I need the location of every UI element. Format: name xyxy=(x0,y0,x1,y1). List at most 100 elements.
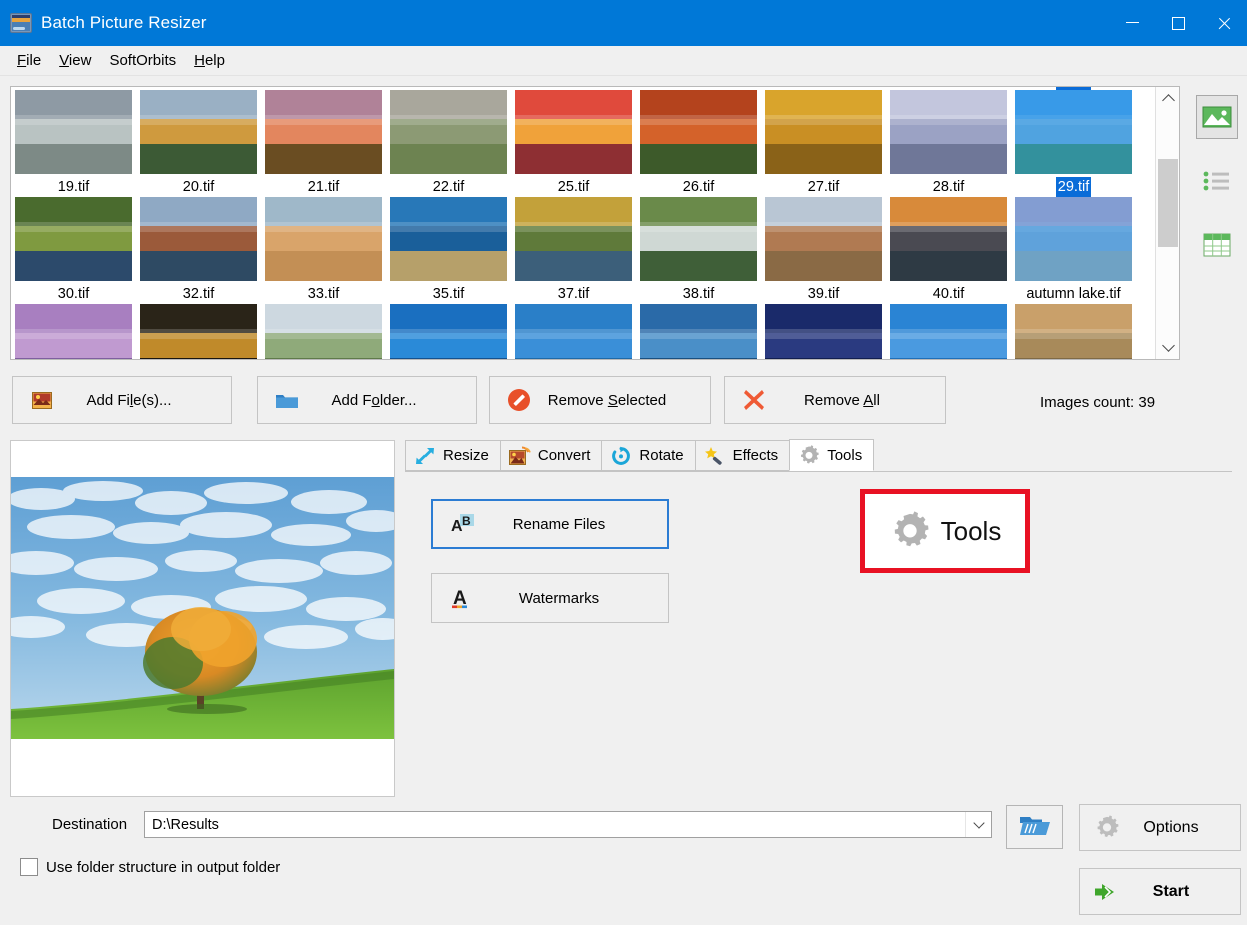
thumbnail-item[interactable]: 17.tif xyxy=(886,87,1011,174)
thumbnail-item[interactable]: 25.tif xyxy=(511,174,636,281)
thumbnail-image[interactable] xyxy=(15,90,132,174)
menu-item-file[interactable]: File xyxy=(8,50,50,71)
browse-folder-button[interactable] xyxy=(1006,805,1063,849)
tab-effects[interactable]: Effects xyxy=(694,440,791,471)
tab-convert[interactable]: Convert xyxy=(499,440,603,471)
rename-files-button[interactable]: A B Rename Files xyxy=(431,499,669,549)
details-view-button[interactable] xyxy=(1196,223,1238,267)
thumbnail-item[interactable]: 27.tif xyxy=(761,174,886,281)
thumbnail-image[interactable] xyxy=(265,197,382,281)
thumbnail-view-button[interactable] xyxy=(1196,95,1238,139)
tab-effects-label: Effects xyxy=(732,447,779,464)
thumbnail-image[interactable] xyxy=(640,197,757,281)
add-folder-button[interactable]: Add Folder... xyxy=(257,376,477,424)
list-view-button[interactable] xyxy=(1196,159,1238,203)
open-folder-icon xyxy=(1019,813,1051,842)
maximize-icon[interactable] xyxy=(1155,0,1201,46)
thumbnail-image[interactable] xyxy=(140,304,257,359)
thumbnail-image[interactable] xyxy=(265,90,382,174)
start-button[interactable]: Start xyxy=(1079,868,1241,915)
minimize-icon[interactable] xyxy=(1109,0,1155,46)
thumbnail-item[interactable]: 30.tif xyxy=(11,281,136,359)
add-files-button[interactable]: Add File(s)... xyxy=(12,376,232,424)
image-list-panel[interactable]: 5.tif6.tif7.tif10.tif11.tif12.tif14.tif1… xyxy=(10,86,1180,360)
thumbnail-image[interactable] xyxy=(640,90,757,174)
thumbnail-item[interactable]: 5.tif xyxy=(11,87,136,174)
green-arrow-icon xyxy=(1090,880,1124,904)
thumbnail-item[interactable]: 32.tif xyxy=(136,281,261,359)
menu-item-softorbits[interactable]: SoftOrbits xyxy=(100,50,185,71)
thumbnail-image[interactable] xyxy=(515,304,632,359)
thumbnail-item[interactable]: 35.tif xyxy=(386,281,511,359)
thumbnail-label: 22.tif xyxy=(432,179,465,195)
thumbnail-item[interactable]: 28.tif xyxy=(886,174,1011,281)
thumbnail-image[interactable] xyxy=(890,304,1007,359)
thumbnail-item[interactable]: 40.tif xyxy=(886,281,1011,359)
application-window: Batch Picture Resizer File View SoftOrbi… xyxy=(0,0,1247,925)
thumbnail-image[interactable] xyxy=(765,304,882,359)
thumbnail-item[interactable]: 22.tif xyxy=(386,174,511,281)
thumbnail-item[interactable]: 18.tif xyxy=(1011,87,1136,174)
thumbnail-image[interactable] xyxy=(15,304,132,359)
tools-callout-highlight: Tools xyxy=(860,489,1030,573)
image-preview-panel xyxy=(10,440,395,797)
scroll-up-icon[interactable] xyxy=(1156,87,1179,111)
magic-wand-icon xyxy=(704,446,726,466)
thumbnail-item[interactable]: 39.tif xyxy=(761,281,886,359)
thumbnail-image[interactable] xyxy=(1015,90,1132,174)
thumbnail-image[interactable] xyxy=(890,197,1007,281)
thumbnail-image[interactable] xyxy=(1015,197,1132,281)
gear-icon xyxy=(1090,815,1124,840)
thumbnail-item[interactable]: 11.tif xyxy=(511,87,636,174)
thumbnail-item[interactable]: 14.tif xyxy=(761,87,886,174)
thumbnail-image[interactable] xyxy=(515,197,632,281)
watermarks-button[interactable]: A Watermarks xyxy=(431,573,669,623)
destination-combobox[interactable]: D:\Results xyxy=(144,811,992,838)
thumbnail-image[interactable] xyxy=(765,197,882,281)
thumbnail-item[interactable]: 7.tif xyxy=(261,87,386,174)
thumbnail-item[interactable]: 20.tif xyxy=(136,174,261,281)
thumbnail-image[interactable] xyxy=(890,90,1007,174)
thumbnail-item[interactable]: 10.tif xyxy=(386,87,511,174)
menu-item-view[interactable]: View xyxy=(50,50,100,71)
thumbnail-image[interactable] xyxy=(390,90,507,174)
thumbnail-image[interactable] xyxy=(640,304,757,359)
thumbnail-image[interactable] xyxy=(15,197,132,281)
thumbnail-item[interactable]: 6.tif xyxy=(136,87,261,174)
thumbnail-item[interactable]: 26.tif xyxy=(636,174,761,281)
thumbnail-image[interactable] xyxy=(390,304,507,359)
thumbnail-image[interactable] xyxy=(765,90,882,174)
use-folder-structure-row[interactable]: Use folder structure in output folder xyxy=(20,858,280,876)
thumbnail-image[interactable] xyxy=(1015,304,1132,359)
add-folder-label: Add Folder... xyxy=(331,391,417,409)
image-list-scrollbar[interactable] xyxy=(1155,87,1179,359)
use-folder-structure-checkbox[interactable] xyxy=(20,858,38,876)
thumbnail-item[interactable]: autumn lake.tif xyxy=(1011,281,1136,359)
thumbnail-item[interactable]: 38.tif xyxy=(636,281,761,359)
remove-all-button[interactable]: Remove All xyxy=(724,376,946,424)
thumbnail-item[interactable]: 19.tif xyxy=(11,174,136,281)
remove-selected-button[interactable]: Remove Selected xyxy=(489,376,711,424)
thumbnail-item[interactable]: 21.tif xyxy=(261,174,386,281)
thumbnail-image[interactable] xyxy=(140,197,257,281)
rotate-icon xyxy=(610,446,632,466)
tab-rotate[interactable]: Rotate xyxy=(601,440,696,471)
thumbnail-item[interactable]: 29.tif xyxy=(1011,174,1136,281)
tab-resize[interactable]: Resize xyxy=(405,440,501,471)
scroll-down-icon[interactable] xyxy=(1156,335,1179,359)
tab-tools[interactable]: Tools xyxy=(789,439,875,471)
scrollbar-thumb[interactable] xyxy=(1158,159,1178,247)
thumbnail-image[interactable] xyxy=(515,90,632,174)
thumbnail-image[interactable] xyxy=(265,304,382,359)
thumbnail-image[interactable] xyxy=(390,197,507,281)
thumbnail-item[interactable]: 33.tif xyxy=(261,281,386,359)
destination-input[interactable]: D:\Results xyxy=(145,817,965,833)
use-folder-structure-label: Use folder structure in output folder xyxy=(46,858,281,876)
thumbnail-item[interactable]: 37.tif xyxy=(511,281,636,359)
options-button[interactable]: Options xyxy=(1079,804,1241,851)
chevron-down-icon[interactable] xyxy=(965,812,991,837)
close-icon[interactable] xyxy=(1201,0,1247,46)
thumbnail-item[interactable]: 12.tif xyxy=(636,87,761,174)
thumbnail-image[interactable] xyxy=(140,90,257,174)
menu-item-help[interactable]: Help xyxy=(185,50,234,71)
